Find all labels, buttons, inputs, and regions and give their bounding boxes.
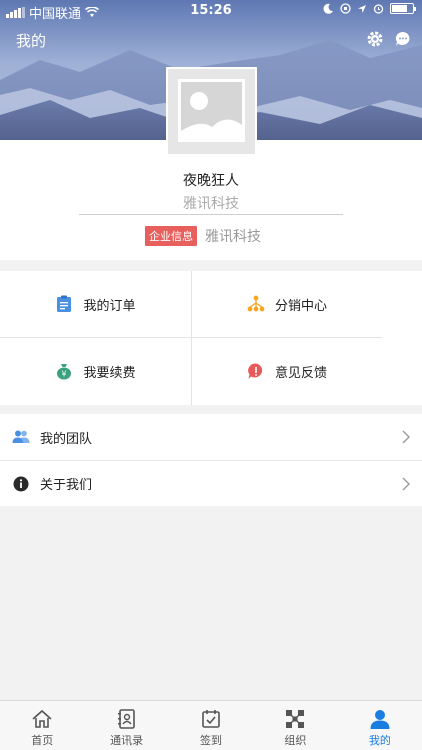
grid-label: 分销中心	[274, 298, 327, 314]
grid-item-distribution[interactable]: 分销中心	[192, 271, 382, 337]
chevron-right-icon	[402, 430, 410, 444]
chevron-right-icon	[402, 477, 410, 491]
function-grid: 我的订单 分销中心 ¥ 我要续费 意见反馈	[0, 271, 422, 405]
tab-label: 首页	[31, 734, 54, 747]
rotation-lock-icon	[340, 3, 351, 14]
feedback-icon	[248, 363, 263, 379]
grid-item-orders[interactable]: 我的订单	[0, 271, 191, 337]
list-item-my-team[interactable]: 我的团队	[0, 414, 422, 460]
grid-label: 我的订单	[83, 298, 136, 314]
tab-profile[interactable]: 我的	[338, 701, 422, 750]
location-icon	[358, 4, 366, 13]
settings-gear-icon[interactable]	[366, 30, 384, 48]
nickname: 夜晚狂人	[183, 173, 239, 189]
grid-item-feedback[interactable]: 意见反馈	[192, 338, 382, 404]
profile-divider	[79, 214, 343, 215]
list-item-label: 关于我们	[40, 478, 93, 493]
tab-label: 组织	[284, 734, 307, 747]
tab-label: 我的	[368, 734, 391, 747]
info-icon	[12, 475, 30, 493]
tab-label: 通讯录	[110, 734, 144, 747]
tab-contacts[interactable]: 通讯录	[84, 701, 168, 750]
bottom-tab-bar: 首页 通讯录 签到 组织 我的	[0, 700, 422, 750]
avatar-placeholder-icon[interactable]	[166, 67, 257, 156]
team-icon	[12, 428, 30, 446]
order-icon	[57, 295, 72, 312]
page-title: 我的	[16, 32, 47, 50]
svg-text:¥: ¥	[62, 370, 67, 379]
tab-checkin[interactable]: 签到	[169, 701, 253, 750]
grid-label: 我要续费	[83, 365, 136, 381]
home-icon	[32, 709, 52, 728]
tab-home[interactable]: 首页	[0, 701, 84, 750]
enterprise-info-row[interactable]: 企业信息 雅讯科技	[145, 226, 261, 246]
enterprise-badge[interactable]: 企业信息	[145, 226, 197, 246]
checkin-icon	[202, 710, 220, 728]
tab-organization[interactable]: 组织	[253, 701, 337, 750]
contacts-icon	[117, 709, 135, 729]
distribution-icon	[247, 295, 265, 312]
org-icon	[286, 710, 305, 728]
company-name: 雅讯科技	[183, 196, 239, 212]
alarm-icon	[373, 4, 384, 14]
profile-icon	[370, 710, 390, 729]
moon-icon	[323, 3, 333, 14]
list-item-label: 我的团队	[40, 431, 93, 447]
renew-icon: ¥	[57, 364, 72, 380]
status-bar: 中国联通 15:26	[0, 0, 422, 22]
list-item-about-us[interactable]: 关于我们	[0, 460, 422, 506]
tab-label: 签到	[200, 734, 223, 747]
enterprise-name: 雅讯科技	[205, 229, 261, 245]
settings-list: 我的团队 关于我们	[0, 414, 422, 506]
grid-label: 意见反馈	[274, 365, 327, 381]
battery-icon	[390, 3, 416, 14]
message-icon[interactable]	[394, 30, 412, 48]
grid-item-renew[interactable]: ¥ 我要续费	[0, 338, 191, 404]
